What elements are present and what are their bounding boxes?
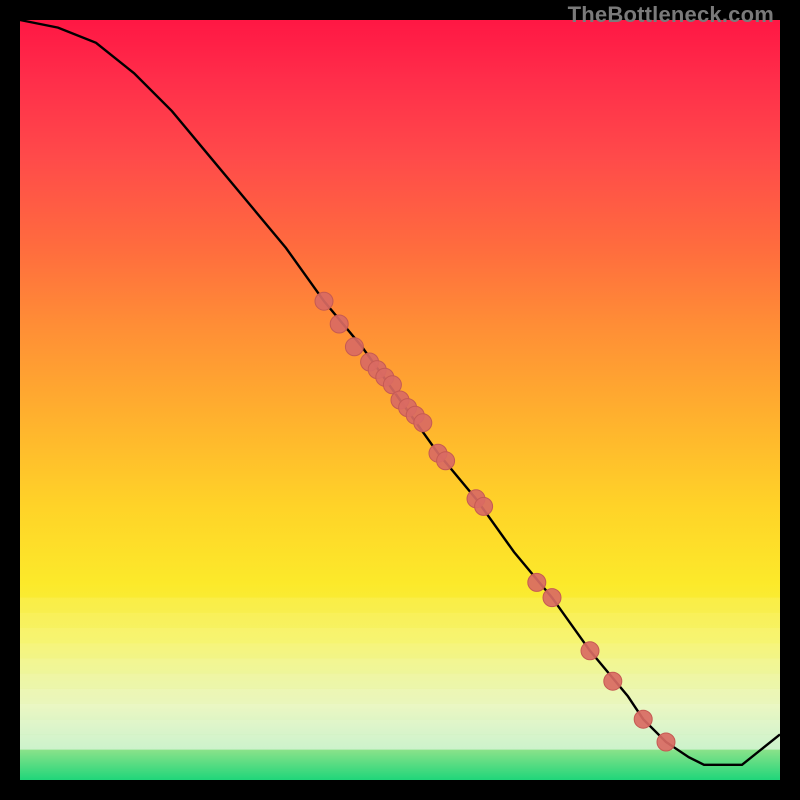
chart-svg (20, 20, 780, 780)
data-marker (543, 589, 561, 607)
sig-band (20, 628, 780, 643)
data-marker (581, 642, 599, 660)
data-marker (657, 733, 675, 751)
data-marker (414, 414, 432, 432)
data-marker (437, 452, 455, 470)
data-marker (315, 292, 333, 310)
sig-band (20, 598, 780, 613)
sig-band (20, 658, 780, 673)
significance-bands (20, 598, 780, 750)
chart-plot-area (20, 20, 780, 780)
watermark-text: TheBottleneck.com (568, 2, 774, 28)
sig-band (20, 613, 780, 628)
data-marker (528, 573, 546, 591)
data-marker (345, 338, 363, 356)
sig-band (20, 719, 780, 734)
data-marker (604, 672, 622, 690)
sig-band (20, 674, 780, 689)
sig-band (20, 643, 780, 658)
sig-band (20, 704, 780, 719)
data-marker (634, 710, 652, 728)
data-marker (330, 315, 348, 333)
sig-band (20, 689, 780, 704)
data-marker (475, 497, 493, 515)
